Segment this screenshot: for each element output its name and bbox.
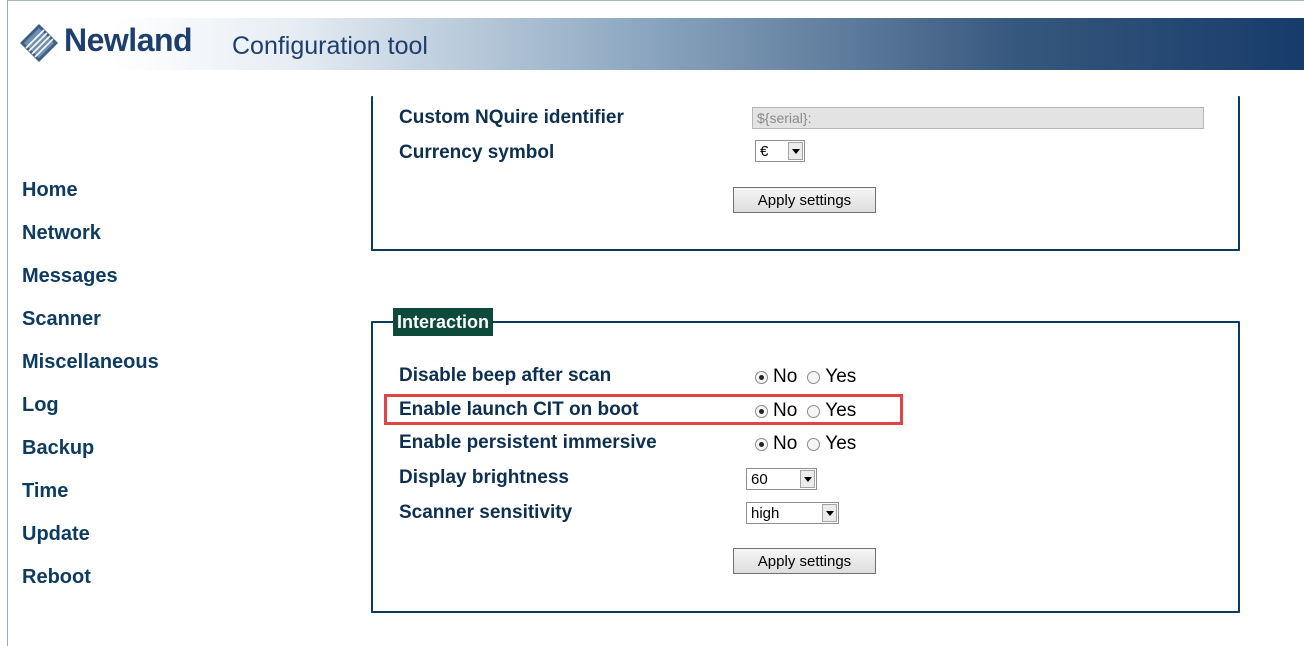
app-subtitle: Configuration tool — [232, 32, 428, 60]
top-border — [7, 0, 1304, 1]
currency-select-value: € — [760, 142, 769, 160]
disable-beep-no-radio[interactable] — [755, 370, 768, 384]
interaction-legend: Interaction — [393, 308, 494, 336]
persistent-immersive-label: Enable persistent immersive — [399, 432, 657, 453]
chevron-down-icon — [800, 470, 815, 488]
brightness-select-value: 60 — [751, 470, 768, 488]
disable-beep-radios: No Yes — [755, 366, 866, 388]
sensitivity-select[interactable]: high — [746, 502, 839, 524]
chevron-down-icon — [822, 504, 837, 522]
apply-settings-button-general[interactable]: Apply settings — [733, 187, 876, 213]
nav-time[interactable]: Time — [22, 479, 159, 522]
disable-beep-no-label: No — [773, 366, 798, 387]
brightness-label: Display brightness — [399, 467, 569, 488]
nav-network[interactable]: Network — [22, 221, 159, 264]
nav-log[interactable]: Log — [22, 393, 159, 436]
sensitivity-label: Scanner sensitivity — [399, 502, 573, 523]
currency-label: Currency symbol — [399, 142, 555, 163]
brand-name: Newland — [64, 22, 193, 58]
header-banner — [8, 18, 1304, 70]
nav-update[interactable]: Update — [22, 522, 159, 565]
highlight-box — [384, 394, 903, 425]
nav-reboot[interactable]: Reboot — [22, 565, 159, 608]
chevron-down-icon — [788, 142, 803, 160]
newland-logo-icon — [20, 24, 58, 62]
sidebar-nav: Home Network Messages Scanner Miscellane… — [22, 178, 159, 608]
nav-scanner[interactable]: Scanner — [22, 307, 159, 350]
disable-beep-yes-radio[interactable] — [807, 370, 821, 384]
left-border — [7, 0, 8, 646]
persistent-immersive-no-label: No — [773, 433, 798, 454]
disable-beep-label: Disable beep after scan — [399, 365, 612, 386]
brightness-select[interactable]: 60 — [746, 468, 817, 490]
nav-home[interactable]: Home — [22, 178, 159, 221]
persistent-immersive-yes-radio[interactable] — [807, 437, 821, 451]
persistent-immersive-no-radio[interactable] — [755, 437, 768, 451]
currency-select[interactable]: € — [755, 140, 805, 162]
identifier-input[interactable] — [752, 107, 1204, 129]
persistent-immersive-yes-label: Yes — [825, 433, 857, 454]
persistent-immersive-radios: No Yes — [755, 433, 866, 455]
sensitivity-select-value: high — [751, 504, 780, 522]
nav-messages[interactable]: Messages — [22, 264, 159, 307]
disable-beep-yes-label: Yes — [825, 366, 857, 387]
identifier-label: Custom NQuire identifier — [399, 107, 624, 128]
nav-miscellaneous[interactable]: Miscellaneous — [22, 350, 159, 393]
nav-backup[interactable]: Backup — [22, 436, 159, 479]
apply-settings-button-interaction[interactable]: Apply settings — [733, 548, 876, 574]
